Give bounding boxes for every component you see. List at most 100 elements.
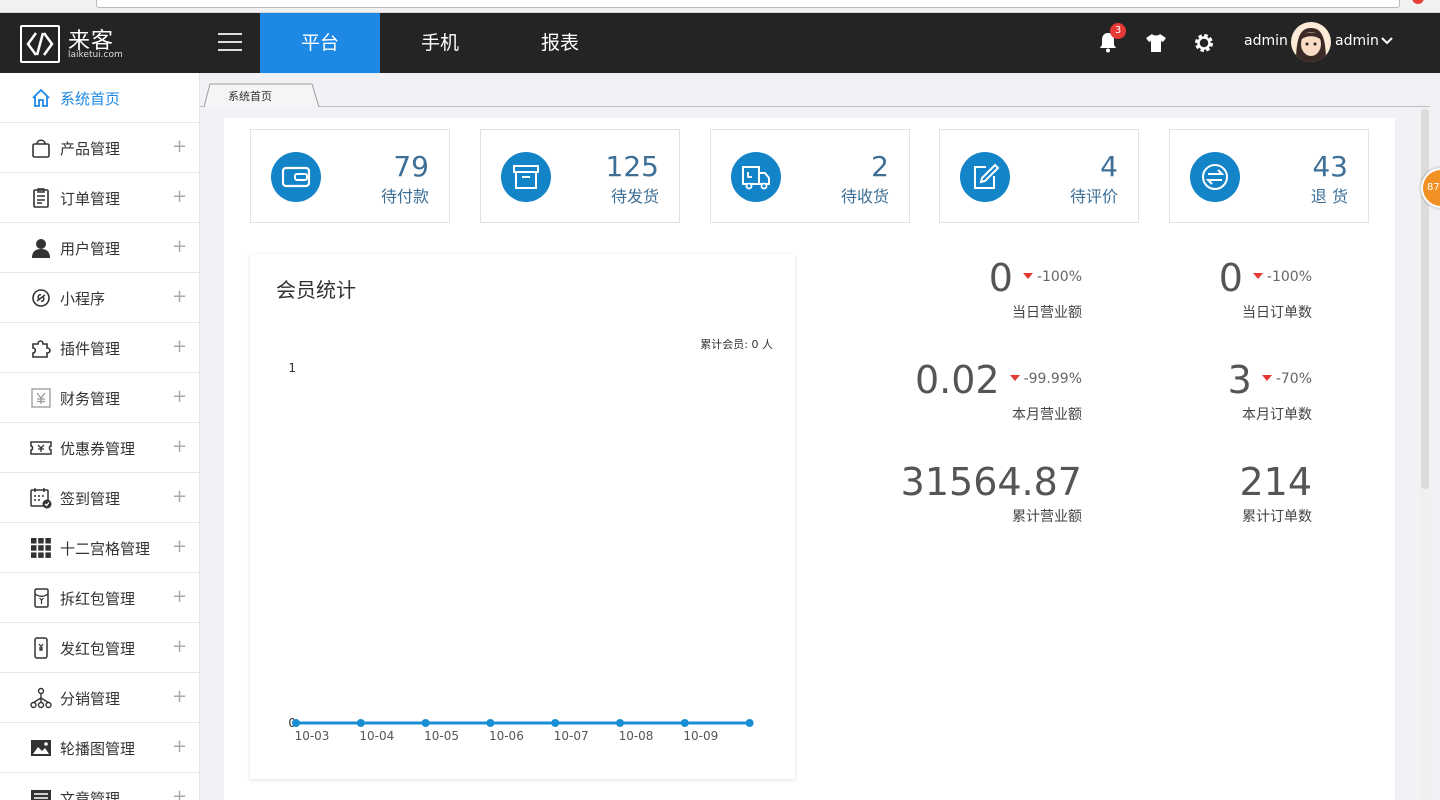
kpi-value: 214	[1239, 460, 1312, 504]
top-tab-platform[interactable]: 平台	[260, 13, 380, 73]
sidebar-item-grid[interactable]: 十二宫格管理 +	[0, 523, 199, 573]
phone-yen-icon	[34, 637, 48, 659]
sidebar-item-articles[interactable]: 文章管理 +	[0, 773, 199, 800]
chevron-down-icon[interactable]	[1381, 37, 1393, 45]
arrow-down-icon	[1022, 273, 1033, 279]
expand-icon[interactable]: +	[172, 336, 187, 357]
sidebar-item-send-red-packet[interactable]: 发红包管理 +	[0, 623, 199, 673]
network-icon	[30, 687, 52, 709]
wallet-icon	[271, 152, 321, 202]
browser-toolbar	[0, 0, 1440, 13]
stat-card-pending-shipment[interactable]: 125 待发货	[480, 129, 680, 223]
top-tab-mobile[interactable]: 手机	[380, 13, 500, 73]
expand-icon[interactable]: +	[172, 686, 187, 707]
user-label: admin	[1244, 33, 1288, 49]
data-point[interactable]	[421, 719, 430, 727]
browser-extension-icon[interactable]	[1412, 0, 1424, 4]
expand-icon[interactable]: +	[172, 636, 187, 657]
sidebar-item-label: 拆红包管理	[60, 590, 136, 608]
menu-toggle-icon[interactable]	[218, 33, 242, 53]
sidebar-item-orders[interactable]: 订单管理 +	[0, 173, 199, 223]
tab-home[interactable]: 系统首页	[204, 83, 320, 108]
stat-value: 4	[1100, 150, 1118, 183]
sidebar-item-label: 优惠券管理	[60, 440, 136, 458]
sidebar-item-products[interactable]: 产品管理 +	[0, 123, 199, 173]
data-point[interactable]	[356, 719, 365, 727]
kpi-today-orders: 0 -100% 当日订单数	[1084, 256, 1312, 322]
data-point[interactable]	[745, 719, 754, 727]
member-line-chart: 1010-0310-0410-0510-0610-0710-0810-09	[288, 361, 754, 743]
x-tick-label: 10-09	[683, 729, 718, 743]
expand-icon[interactable]: +	[172, 786, 187, 800]
brand-logo[interactable]: 来客 laiketui.com	[20, 25, 150, 65]
sidebar-item-checkin[interactable]: 签到管理 +	[0, 473, 199, 523]
kpi-change: -100%	[1022, 269, 1082, 285]
page-scrollbar[interactable]	[1420, 107, 1430, 800]
kpi-change-value: -100%	[1266, 269, 1312, 285]
expand-icon[interactable]: +	[172, 536, 187, 557]
expand-icon[interactable]: +	[172, 586, 187, 607]
sidebar-item-finance[interactable]: 财务管理 +	[0, 373, 199, 423]
sidebar-item-banners[interactable]: 轮播图管理 +	[0, 723, 199, 773]
edit-icon	[960, 152, 1010, 202]
data-point[interactable]	[680, 719, 689, 727]
kpi-change-value: -99.99%	[1023, 371, 1082, 387]
stat-value: 79	[393, 150, 429, 183]
truck-icon	[731, 152, 781, 202]
x-tick-label: 10-04	[359, 729, 394, 743]
sidebar-item-users[interactable]: 用户管理 +	[0, 223, 199, 273]
data-point[interactable]	[616, 719, 624, 727]
sidebar-item-label: 文章管理	[60, 790, 121, 800]
sidebar-item-label: 财务管理	[60, 390, 121, 408]
sidebar-item-mini-program[interactable]: 小程序 +	[0, 273, 199, 323]
expand-icon[interactable]: +	[172, 386, 187, 407]
expand-icon[interactable]: +	[172, 186, 187, 207]
kpi-label: 本月营业额	[1012, 407, 1082, 423]
user-menu-button[interactable]: admin	[1335, 33, 1379, 49]
arrow-down-icon	[1009, 375, 1020, 381]
grid-icon	[31, 538, 51, 558]
stat-card-pending-payment[interactable]: 79 待付款	[250, 129, 450, 223]
sidebar-item-open-red-packet[interactable]: 拆红包管理 +	[0, 573, 199, 623]
x-tick-label: 10-03	[295, 729, 330, 743]
kpi-label: 当日订单数	[1242, 305, 1312, 321]
sidebar-item-home[interactable]: 系统首页	[0, 73, 199, 123]
sidebar-item-label: 用户管理	[60, 240, 121, 258]
expand-icon[interactable]: +	[172, 236, 187, 257]
y-tick-label: 1	[288, 361, 296, 375]
sidebar-item-label: 产品管理	[60, 140, 121, 158]
scrollbar-thumb[interactable]	[1421, 109, 1429, 489]
expand-icon[interactable]: +	[172, 136, 187, 157]
stat-card-pending-receipt[interactable]: 2 待收货	[710, 129, 910, 223]
sidebar-item-label: 签到管理	[60, 490, 121, 508]
data-point[interactable]	[551, 719, 560, 727]
kpi-month-orders: 3 -70% 本月订单数	[1084, 358, 1312, 424]
shirt-icon[interactable]	[1145, 33, 1167, 53]
kpi-label: 累计订单数	[1242, 509, 1312, 525]
expand-icon[interactable]: +	[172, 486, 187, 507]
data-point[interactable]	[486, 719, 495, 727]
box-icon	[501, 152, 551, 202]
avatar[interactable]	[1291, 22, 1331, 62]
clipboard-icon	[33, 188, 49, 208]
sidebar-item-label: 系统首页	[60, 90, 121, 108]
kpi-value: 3	[1227, 358, 1252, 402]
stat-label: 退 货	[1310, 187, 1348, 206]
stat-card-pending-review[interactable]: 4 待评价	[939, 129, 1139, 223]
sidebar-item-distribution[interactable]: 分销管理 +	[0, 673, 199, 723]
stat-value: 125	[605, 150, 659, 183]
sidebar-item-plugins[interactable]: 插件管理 +	[0, 323, 199, 373]
expand-icon[interactable]: +	[172, 286, 187, 307]
address-bar[interactable]	[96, 0, 1400, 8]
data-point[interactable]	[292, 719, 300, 727]
top-tab-reports[interactable]: 报表	[500, 13, 620, 73]
expand-icon[interactable]: +	[172, 436, 187, 457]
kpi-change-value: -100%	[1036, 269, 1082, 285]
sidebar-item-coupons[interactable]: 优惠券管理 +	[0, 423, 199, 473]
article-icon	[31, 790, 51, 800]
stat-card-returns[interactable]: 43 退 货	[1169, 129, 1369, 223]
gear-icon[interactable]	[1193, 32, 1215, 54]
kpi-change: -100%	[1252, 269, 1312, 285]
expand-icon[interactable]: +	[172, 736, 187, 757]
kpi-total-orders: 214 累计订单数	[1084, 460, 1312, 526]
